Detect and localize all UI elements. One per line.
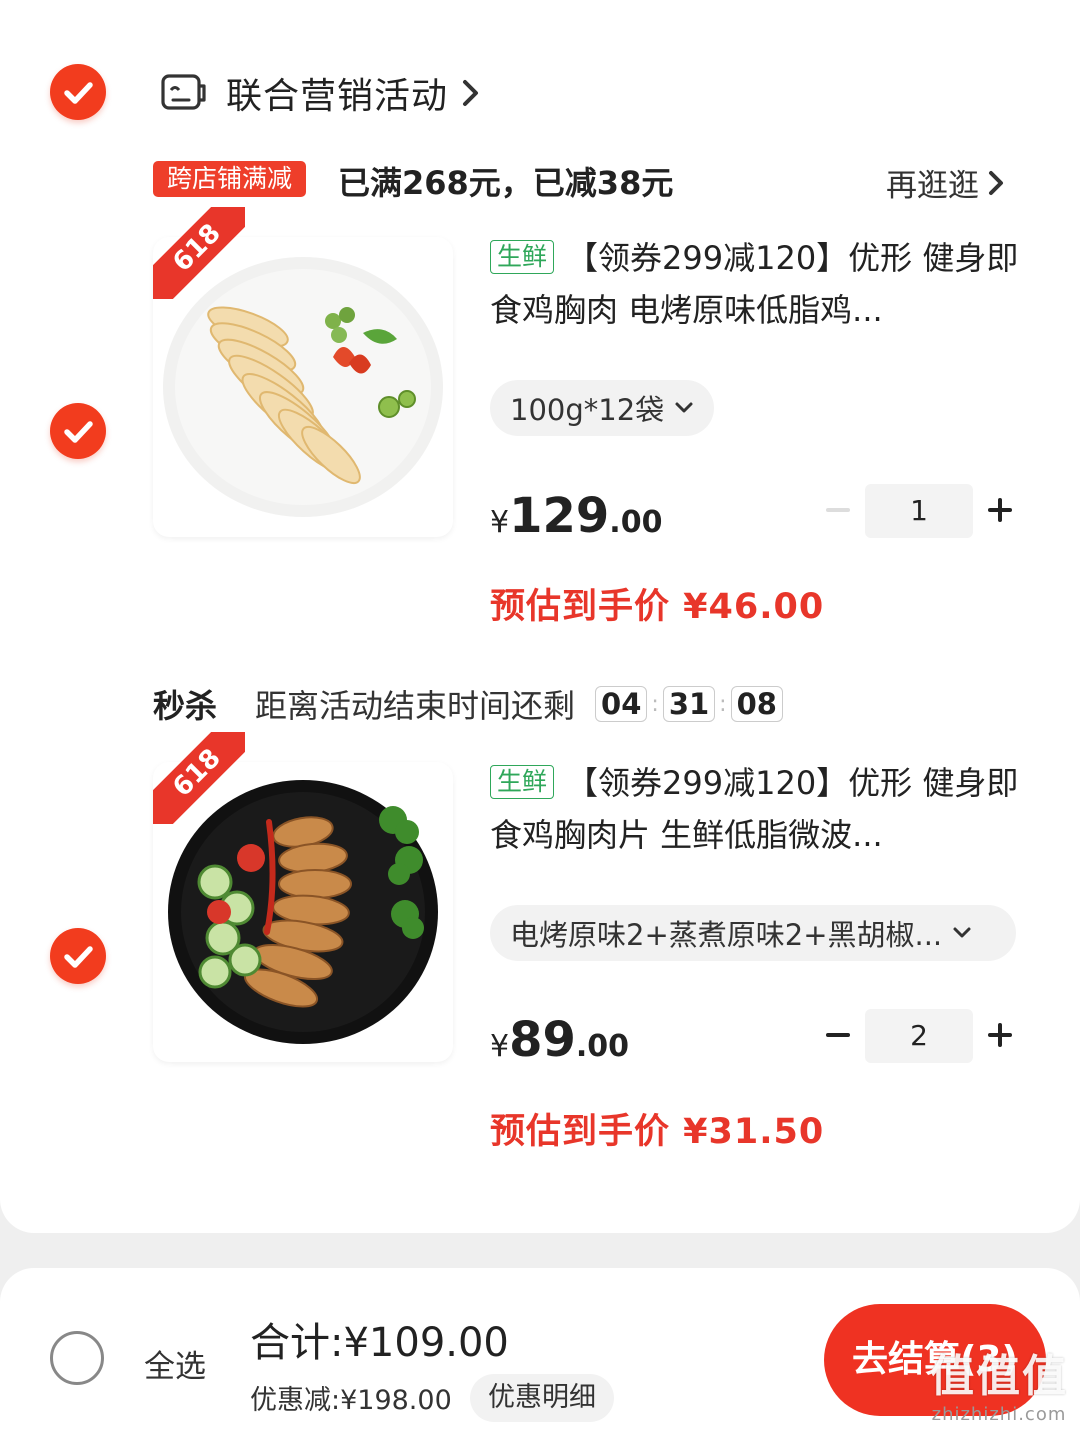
price-currency: ¥ (490, 505, 510, 540)
estimated-price: 预估到手价 ¥46.00 (490, 587, 825, 627)
watermark-url: zhizhizhi.com (931, 1404, 1067, 1425)
flash-sale-label: 秒杀 (153, 687, 218, 725)
618-ribbon: 618 (153, 207, 245, 299)
shop-name: 联合营销活动 (226, 76, 449, 117)
timer-hours: 04 (595, 686, 648, 722)
promo-text: 已满268元，已减38元 (338, 164, 674, 202)
price-currency: ¥ (490, 1029, 510, 1064)
estimated-price: 预估到手价 ¥31.50 (490, 1112, 825, 1152)
chevron-right-icon (989, 170, 1003, 195)
product-title-text: 【领券299减120】优形 健身即食鸡胸肉 电烤原味低脂鸡... (490, 239, 1019, 329)
chevron-down-icon (675, 402, 693, 413)
discount-detail-button[interactable]: 优惠明细 (470, 1374, 614, 1422)
price-decimal: .00 (575, 1029, 630, 1064)
watermark-logo: 值值值 (930, 1351, 1068, 1402)
minus-icon (826, 1033, 850, 1037)
minus-button[interactable] (820, 488, 856, 537)
item-checkbox[interactable] (50, 928, 106, 984)
flash-sale-row: 秒杀 距离活动结束时间还剩 04 : 31 : 08 (153, 684, 783, 725)
fresh-tag: 生鲜 (490, 765, 555, 799)
price-integer: 89 (509, 1012, 576, 1068)
check-icon (64, 82, 93, 104)
plus-icon (988, 1023, 1012, 1047)
fresh-tag: 生鲜 (490, 240, 555, 274)
shop-header[interactable]: 联合营销活动 (160, 68, 484, 118)
product-title[interactable]: 生鲜 【领券299减120】优形 健身即食鸡胸肉 电烤原味低脂鸡... (490, 232, 1030, 336)
checkout-bar: 全选 合计:¥109.00 优惠减:¥198.00 优惠明细 去结算(3) 值值… (0, 1268, 1080, 1433)
timer-minutes: 31 (662, 686, 716, 722)
countdown-timer: 04 : 31 : 08 (595, 686, 783, 722)
plus-icon (988, 498, 1012, 522)
product-price: ¥89.00 (490, 1012, 629, 1068)
chevron-down-icon (953, 927, 971, 938)
item-checkbox[interactable] (50, 403, 106, 459)
plus-button[interactable] (982, 1013, 1018, 1062)
flash-sale-desc: 距离活动结束时间还剩 (255, 687, 576, 725)
618-ribbon: 618 (153, 732, 245, 824)
chevron-right-icon (463, 80, 479, 106)
spec-value: 电烤原味2+蒸煮原味2+黑胡椒... (510, 918, 943, 952)
browse-more-link[interactable]: 再逛逛 (886, 160, 1007, 205)
browse-label: 再逛逛 (886, 168, 979, 204)
price-integer: 129 (509, 488, 610, 544)
spec-value: 100g*12袋 (510, 393, 665, 427)
cart-card: 联合营销活动 跨店铺满减 已满268元，已减38元 再逛逛 618 生鲜 【领券… (0, 0, 1080, 1233)
shop-icon (161, 74, 206, 110)
timer-seconds: 08 (730, 686, 783, 722)
check-icon (64, 946, 93, 968)
check-icon (64, 421, 93, 443)
minus-icon (826, 508, 850, 512)
product-price: ¥129.00 (490, 488, 662, 544)
timer-separator: : (719, 691, 727, 717)
product-title-text: 【领券299减120】优形 健身即食鸡胸肉片 生鲜低脂微波... (490, 764, 1019, 854)
select-all-radio[interactable] (50, 1331, 104, 1385)
spec-selector[interactable]: 电烤原味2+蒸煮原味2+黑胡椒... (490, 905, 1016, 961)
product-title[interactable]: 生鲜 【领券299减120】优形 健身即食鸡胸肉片 生鲜低脂微波... (490, 757, 1030, 861)
shop-checkbox[interactable] (50, 64, 106, 120)
select-all-label[interactable]: 全选 (144, 1341, 206, 1386)
plus-button[interactable] (982, 488, 1018, 537)
minus-button[interactable] (820, 1013, 856, 1062)
watermark: 值值值 zhizhizhi.com (930, 1340, 1068, 1425)
discount-amount: 优惠减:¥198.00 (250, 1385, 452, 1416)
quantity-value[interactable]: 2 (865, 1009, 973, 1063)
ribbon-label: 618 (153, 207, 245, 299)
ribbon-label: 618 (153, 732, 245, 824)
promo-tag: 跨店铺满减 (153, 161, 307, 197)
timer-separator: : (651, 691, 659, 717)
price-decimal: .00 (609, 505, 663, 540)
total-amount: 合计:¥109.00 (250, 1320, 509, 1366)
quantity-value[interactable]: 1 (865, 484, 973, 538)
spec-selector[interactable]: 100g*12袋 (490, 380, 715, 436)
